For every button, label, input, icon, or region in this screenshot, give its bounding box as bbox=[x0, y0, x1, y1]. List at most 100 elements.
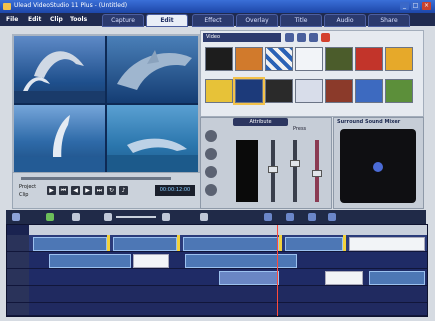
overlay-clip[interactable] bbox=[49, 254, 131, 268]
dolphin-image bbox=[14, 51, 105, 103]
surround-field[interactable] bbox=[340, 129, 416, 203]
volume-fader[interactable] bbox=[312, 140, 322, 202]
undo-icon[interactable] bbox=[72, 213, 80, 221]
next-frame-button[interactable]: ▶ bbox=[83, 186, 92, 195]
library-thumbnail[interactable] bbox=[235, 47, 263, 71]
library-thumbnail-selected[interactable] bbox=[233, 77, 265, 105]
attribute-tab[interactable]: Attribute bbox=[233, 118, 288, 126]
note-icon[interactable] bbox=[205, 184, 217, 196]
speaker-icon[interactable] bbox=[205, 166, 217, 178]
tab-title[interactable]: Title bbox=[280, 14, 322, 27]
library-thumbnail[interactable] bbox=[355, 47, 383, 71]
playhead[interactable] bbox=[277, 225, 278, 316]
menu-edit[interactable]: Edit bbox=[28, 16, 41, 23]
tab-effect[interactable]: Effect bbox=[192, 14, 234, 27]
storyboard-view-icon[interactable] bbox=[12, 213, 20, 221]
library-thumbnail[interactable] bbox=[355, 79, 383, 103]
music-track-header[interactable] bbox=[7, 303, 29, 316]
library-thumbnail[interactable] bbox=[205, 47, 233, 71]
zoom-out-icon[interactable] bbox=[104, 213, 112, 221]
home-button[interactable]: ⏮ bbox=[59, 186, 68, 195]
project-label[interactable]: Project bbox=[19, 184, 36, 190]
surround-position-handle[interactable] bbox=[373, 162, 383, 172]
overlay-track[interactable] bbox=[29, 252, 427, 269]
music-icon[interactable] bbox=[205, 148, 217, 160]
title-track[interactable] bbox=[29, 269, 427, 286]
import-icon[interactable] bbox=[285, 33, 294, 42]
library-dropdown[interactable]: Video bbox=[203, 33, 281, 42]
menu-clip[interactable]: Clip bbox=[50, 16, 63, 23]
previous-frame-button[interactable]: ◀ bbox=[71, 186, 80, 195]
overlay-clip[interactable] bbox=[133, 254, 169, 268]
delete-icon[interactable] bbox=[321, 33, 330, 42]
library-thumbnail[interactable] bbox=[265, 79, 293, 103]
title-clip[interactable] bbox=[219, 271, 279, 285]
timeline[interactable] bbox=[6, 224, 428, 317]
folder-icon[interactable] bbox=[297, 33, 306, 42]
volume-fader[interactable] bbox=[290, 140, 300, 202]
seek-bar[interactable] bbox=[21, 177, 171, 180]
volume-fader[interactable] bbox=[268, 140, 278, 202]
play-button[interactable]: ▶ bbox=[47, 186, 56, 195]
library-thumbnail[interactable] bbox=[325, 79, 353, 103]
tab-audio[interactable]: Audio bbox=[324, 14, 366, 27]
video-track-header[interactable] bbox=[7, 235, 29, 252]
voice-icon[interactable] bbox=[205, 130, 217, 142]
tab-overlay[interactable]: Overlay bbox=[236, 14, 278, 27]
library-thumbnail[interactable] bbox=[385, 79, 413, 103]
maximize-button[interactable]: □ bbox=[411, 2, 420, 10]
music-track[interactable] bbox=[29, 303, 427, 316]
color-clip[interactable] bbox=[349, 237, 425, 251]
minimize-button[interactable]: _ bbox=[400, 2, 409, 10]
audio-mix-icon[interactable] bbox=[308, 213, 316, 221]
close-button[interactable]: × bbox=[422, 2, 431, 10]
transition-marker[interactable] bbox=[177, 235, 180, 251]
fader-knob[interactable] bbox=[312, 170, 322, 177]
video-clip[interactable] bbox=[183, 237, 279, 251]
volume-button[interactable]: ♪ bbox=[119, 186, 128, 195]
video-clip[interactable] bbox=[113, 237, 177, 251]
library-thumbnail[interactable] bbox=[205, 79, 233, 103]
title-clip[interactable] bbox=[369, 271, 425, 285]
timeline-view-icon[interactable] bbox=[46, 213, 54, 221]
end-button[interactable]: ⏭ bbox=[95, 186, 104, 195]
video-track[interactable] bbox=[29, 235, 427, 252]
tab-edit[interactable]: Edit bbox=[146, 14, 188, 27]
fader-knob[interactable] bbox=[268, 166, 278, 173]
library-thumbnail[interactable] bbox=[295, 47, 323, 71]
menu-file[interactable]: File bbox=[6, 16, 18, 23]
fader-knob[interactable] bbox=[290, 160, 300, 167]
video-clip[interactable] bbox=[33, 237, 107, 251]
voice-track[interactable] bbox=[29, 286, 427, 303]
repeat-button[interactable]: ↻ bbox=[107, 186, 116, 195]
zoom-in-icon[interactable] bbox=[162, 213, 170, 221]
overlay-track-header[interactable] bbox=[7, 252, 29, 269]
menu-tools[interactable]: Tools bbox=[70, 16, 87, 23]
library-thumbnail[interactable] bbox=[295, 79, 323, 103]
settings-icon[interactable] bbox=[328, 213, 336, 221]
library-thumbnail[interactable] bbox=[265, 47, 293, 71]
record-icon[interactable] bbox=[286, 213, 294, 221]
library-thumbnail[interactable] bbox=[385, 47, 413, 71]
title-bar: Ulead VideoStudio 11 Plus - (Untitled) _… bbox=[0, 0, 435, 13]
overlay-clip[interactable] bbox=[185, 254, 297, 268]
options-icon[interactable] bbox=[309, 33, 318, 42]
transition-marker[interactable] bbox=[279, 235, 282, 251]
video-clip[interactable] bbox=[285, 237, 343, 251]
title-track-header[interactable] bbox=[7, 269, 29, 286]
preview-window[interactable] bbox=[12, 34, 200, 175]
tab-capture[interactable]: Capture bbox=[102, 14, 144, 27]
transition-marker[interactable] bbox=[107, 235, 110, 251]
voice-track-header[interactable] bbox=[7, 286, 29, 303]
library-thumbnail[interactable] bbox=[325, 47, 353, 71]
clip-label[interactable]: Clip bbox=[19, 192, 28, 198]
insert-icon[interactable] bbox=[264, 213, 272, 221]
tab-share[interactable]: Share bbox=[368, 14, 410, 27]
title-clip[interactable] bbox=[325, 271, 363, 285]
fit-icon[interactable] bbox=[200, 213, 208, 221]
time-ruler[interactable] bbox=[29, 225, 427, 235]
transition-marker[interactable] bbox=[343, 235, 346, 251]
zoom-slider[interactable] bbox=[116, 216, 156, 218]
preview-image-dolphin-swim bbox=[107, 105, 198, 172]
timecode-display[interactable]: 00:00:12:00 bbox=[155, 185, 195, 196]
